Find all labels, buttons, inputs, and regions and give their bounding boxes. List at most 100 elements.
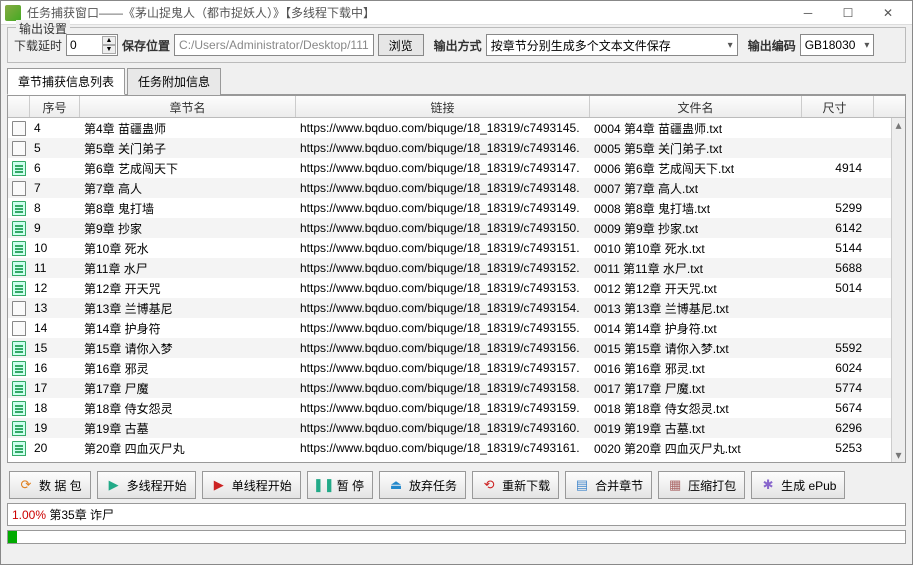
table-row[interactable]: 5第5章 关门弟子https://www.bqduo.com/biquge/18… — [8, 138, 891, 158]
table-row[interactable]: 6第6章 艺成闯天下https://www.bqduo.com/biquge/1… — [8, 158, 891, 178]
cell-file: 0014 第14章 护身符.txt — [590, 320, 802, 337]
file-status-icon — [12, 221, 26, 236]
cell-link: https://www.bqduo.com/biquge/18_18319/c7… — [296, 361, 590, 375]
cell-file: 0018 第18章 侍女怨灵.txt — [590, 400, 802, 417]
file-status-icon — [12, 321, 26, 336]
table-row[interactable]: 12第12章 开天咒https://www.bqduo.com/biquge/1… — [8, 278, 891, 298]
multi-start-button[interactable]: ▶多线程开始 — [97, 471, 196, 499]
table-row[interactable]: 20第20章 四血灭尸丸https://www.bqduo.com/biquge… — [8, 438, 891, 458]
cell-file: 0009 第9章 抄家.txt — [590, 220, 802, 237]
table-row[interactable]: 10第10章 死水https://www.bqduo.com/biquge/18… — [8, 238, 891, 258]
spinner-arrows-icon[interactable]: ▲▼ — [102, 36, 116, 54]
cell-name: 第12章 开天咒 — [80, 280, 296, 297]
cell-name: 第4章 苗疆蛊师 — [80, 120, 296, 137]
table-row[interactable]: 14第14章 护身符https://www.bqduo.com/biquge/1… — [8, 318, 891, 338]
cell-name: 第20章 四血灭尸丸 — [80, 440, 296, 457]
file-status-icon — [12, 341, 26, 356]
pause-icon: ❚❚ — [316, 477, 332, 493]
cell-link: https://www.bqduo.com/biquge/18_18319/c7… — [296, 441, 590, 455]
save-path-field[interactable]: C:/Users/Administrator/Desktop/111 — [174, 34, 374, 56]
table-row[interactable]: 9第9章 抄家https://www.bqduo.com/biquge/18_1… — [8, 218, 891, 238]
progress-fill — [8, 531, 17, 543]
file-status-icon — [12, 441, 26, 456]
tab-extra-info[interactable]: 任务附加信息 — [127, 68, 221, 95]
tab-chapter-list[interactable]: 章节捕获信息列表 — [7, 68, 125, 95]
table-row[interactable]: 18第18章 侍女怨灵https://www.bqduo.com/biquge/… — [8, 398, 891, 418]
cell-seq: 8 — [30, 201, 80, 215]
cell-name: 第17章 尸魔 — [80, 380, 296, 397]
col-link[interactable]: 链接 — [296, 96, 590, 117]
cell-seq: 17 — [30, 381, 80, 395]
cell-size: 5592 — [802, 341, 874, 355]
table-row[interactable]: 13第13章 兰博基尼https://www.bqduo.com/biquge/… — [8, 298, 891, 318]
cell-seq: 20 — [30, 441, 80, 455]
output-mode-select[interactable]: 按章节分别生成多个文本文件保存 — [486, 34, 738, 56]
table-body[interactable]: 4第4章 苗疆蛊师https://www.bqduo.com/biquge/18… — [8, 118, 891, 462]
toolbar: ⟳数 据 包▶多线程开始▶单线程开始❚❚暂 停⏏放弃任务⟲重新下载▤合并章节▦压… — [1, 467, 912, 503]
data-pack-button[interactable]: ⟳数 据 包 — [9, 471, 91, 499]
status-bar: 1.00% 第35章 诈尸 — [7, 503, 906, 526]
file-status-icon — [12, 381, 26, 396]
col-file[interactable]: 文件名 — [590, 96, 802, 117]
status-percent: 1.00% — [12, 508, 46, 522]
status-text: 第35章 诈尸 — [49, 508, 114, 522]
cell-size: 5688 — [802, 261, 874, 275]
multi-start-icon: ▶ — [106, 477, 122, 493]
compress-button[interactable]: ▦压缩打包 — [658, 471, 745, 499]
table-row[interactable]: 17第17章 尸魔https://www.bqduo.com/biquge/18… — [8, 378, 891, 398]
col-seq[interactable]: 序号 — [30, 96, 80, 117]
table-row[interactable]: 7第7章 高人https://www.bqduo.com/biquge/18_1… — [8, 178, 891, 198]
output-settings-group: 输出设置 下载延时 0 ▲▼ 保存位置 C:/Users/Administrat… — [7, 27, 906, 63]
cell-link: https://www.bqduo.com/biquge/18_18319/c7… — [296, 421, 590, 435]
cell-size: 5014 — [802, 281, 874, 295]
cell-link: https://www.bqduo.com/biquge/18_18319/c7… — [296, 201, 590, 215]
table-row[interactable]: 16第16章 邪灵https://www.bqduo.com/biquge/18… — [8, 358, 891, 378]
cell-link: https://www.bqduo.com/biquge/18_18319/c7… — [296, 161, 590, 175]
file-status-icon — [12, 201, 26, 216]
close-button[interactable]: ✕ — [868, 2, 908, 24]
cell-name: 第19章 古墓 — [80, 420, 296, 437]
cell-link: https://www.bqduo.com/biquge/18_18319/c7… — [296, 261, 590, 275]
cell-size: 5774 — [802, 381, 874, 395]
cell-name: 第18章 侍女怨灵 — [80, 400, 296, 417]
cell-seq: 18 — [30, 401, 80, 415]
cell-link: https://www.bqduo.com/biquge/18_18319/c7… — [296, 181, 590, 195]
delay-spinner[interactable]: 0 ▲▼ — [66, 34, 118, 56]
epub-button[interactable]: ✱生成 ePub — [751, 471, 845, 499]
col-size[interactable]: 尺寸 — [802, 96, 874, 117]
table-row[interactable]: 8第8章 鬼打墙https://www.bqduo.com/biquge/18_… — [8, 198, 891, 218]
cell-size: 5144 — [802, 241, 874, 255]
table-row[interactable]: 19第19章 古墓https://www.bqduo.com/biquge/18… — [8, 418, 891, 438]
cell-seq: 10 — [30, 241, 80, 255]
browse-button[interactable]: 浏览 — [378, 34, 424, 56]
delay-label: 下载延时 — [14, 37, 62, 54]
progress-bar — [7, 530, 906, 544]
file-status-icon — [12, 401, 26, 416]
abandon-icon: ⏏ — [388, 477, 404, 493]
encoding-select[interactable]: GB18030 — [800, 34, 875, 56]
file-status-icon — [12, 281, 26, 296]
cell-file: 0013 第13章 兰博基尼.txt — [590, 300, 802, 317]
pause-button[interactable]: ❚❚暂 停 — [307, 471, 373, 499]
table-row[interactable]: 4第4章 苗疆蛊师https://www.bqduo.com/biquge/18… — [8, 118, 891, 138]
maximize-button[interactable]: ☐ — [828, 2, 868, 24]
table-row[interactable]: 15第15章 请你入梦https://www.bqduo.com/biquge/… — [8, 338, 891, 358]
cell-link: https://www.bqduo.com/biquge/18_18319/c7… — [296, 141, 590, 155]
col-name[interactable]: 章节名 — [80, 96, 296, 117]
single-start-button[interactable]: ▶单线程开始 — [202, 471, 301, 499]
cell-name: 第7章 高人 — [80, 180, 296, 197]
redownload-button[interactable]: ⟲重新下载 — [472, 471, 559, 499]
cell-name: 第6章 艺成闯天下 — [80, 160, 296, 177]
table-header: 序号 章节名 链接 文件名 尺寸 — [8, 96, 905, 118]
file-status-icon — [12, 181, 26, 196]
cell-link: https://www.bqduo.com/biquge/18_18319/c7… — [296, 121, 590, 135]
vertical-scrollbar[interactable]: ▴▾ — [891, 118, 905, 462]
app-icon — [5, 5, 21, 21]
cell-name: 第8章 鬼打墙 — [80, 200, 296, 217]
table-row[interactable]: 11第11章 水尸https://www.bqduo.com/biquge/18… — [8, 258, 891, 278]
minimize-button[interactable]: ─ — [788, 2, 828, 24]
merge-button[interactable]: ▤合并章节 — [565, 471, 652, 499]
cell-name: 第15章 请你入梦 — [80, 340, 296, 357]
cell-file: 0004 第4章 苗疆蛊师.txt — [590, 120, 802, 137]
abandon-button[interactable]: ⏏放弃任务 — [379, 471, 466, 499]
